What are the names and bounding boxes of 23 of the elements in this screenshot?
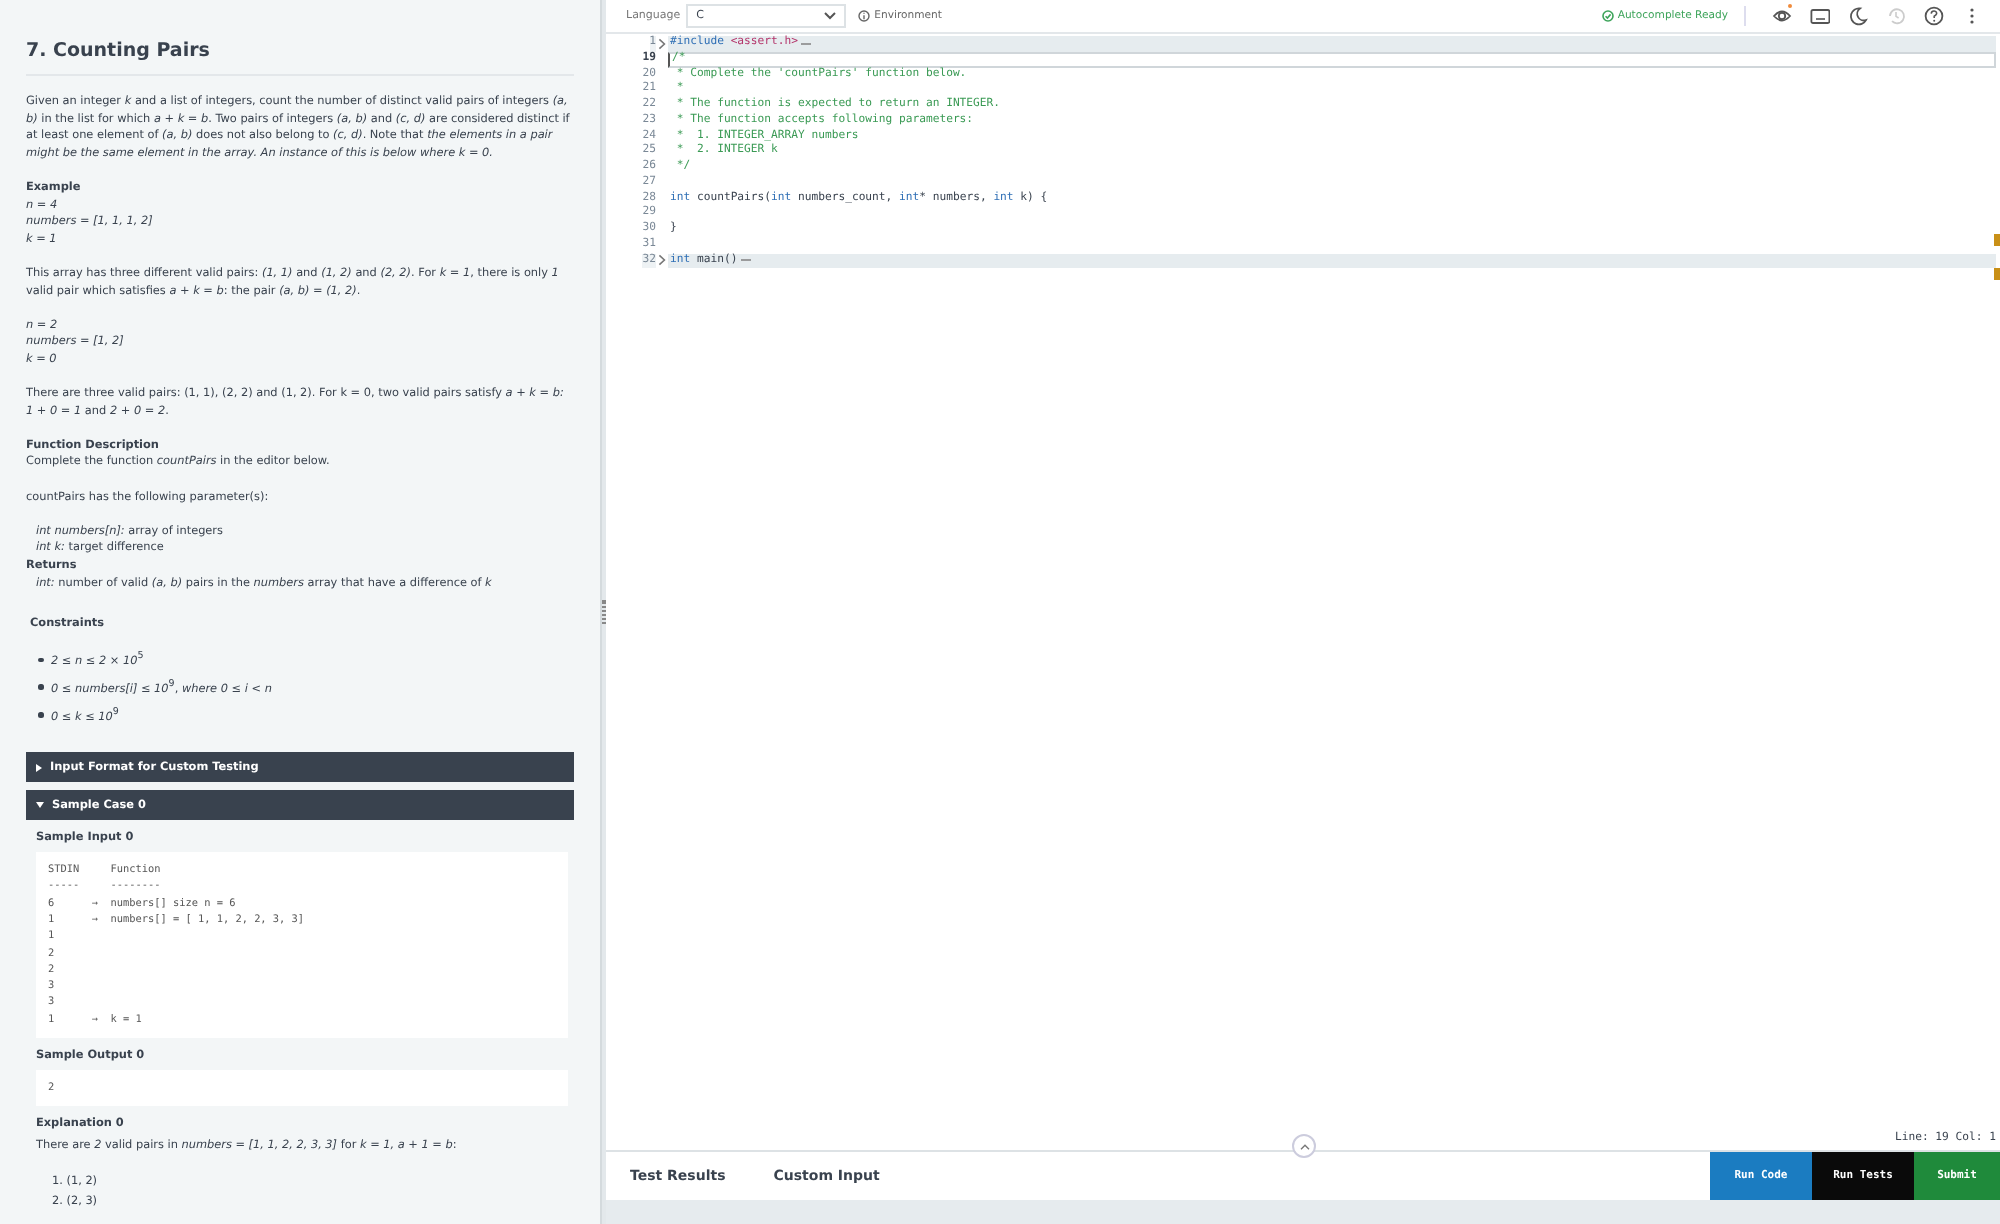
history-icon	[1886, 6, 1906, 26]
bullet-icon	[38, 712, 43, 718]
moon-icon	[1848, 6, 1868, 26]
bullet-icon	[38, 657, 43, 662]
scroll-marker	[1994, 268, 2000, 280]
caret-icon	[36, 802, 44, 809]
check-circle-icon	[1601, 10, 1614, 22]
chevron-up-icon	[1299, 1143, 1309, 1149]
chevron-down-icon	[824, 12, 837, 20]
caret-icon	[36, 763, 42, 772]
keyboard-button[interactable]	[1808, 4, 1832, 28]
fold-ellipsis-icon	[800, 39, 812, 48]
keyboard-icon	[1810, 6, 1830, 26]
help-icon	[1924, 6, 1944, 26]
collapse-panel-button[interactable]	[1292, 1134, 1316, 1158]
fold-ellipsis-icon	[739, 256, 752, 265]
moon-button[interactable]	[1846, 4, 1870, 28]
help-button[interactable]	[1922, 4, 1946, 28]
eye-icon	[1772, 6, 1792, 26]
bullet-icon	[38, 684, 43, 690]
scroll-marker	[1994, 234, 2000, 246]
info-icon	[858, 10, 871, 22]
problem-title: 7. Counting Pairs	[26, 38, 212, 66]
